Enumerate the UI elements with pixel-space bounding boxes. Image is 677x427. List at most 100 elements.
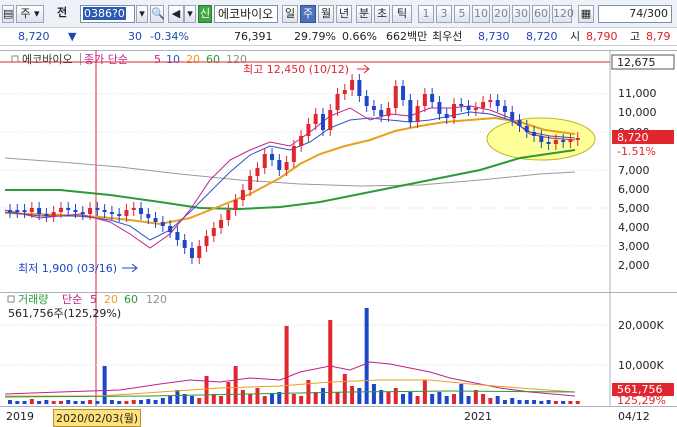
- quote-bar: 8,720 ▼ 30 -0.34% 76,391 29.79% 0.66% 66…: [0, 28, 677, 46]
- candle-body: [219, 220, 224, 228]
- y-label-3000: 3,000: [618, 240, 650, 253]
- candle-body: [95, 208, 100, 210]
- menu-grip-icon[interactable]: ▤: [2, 5, 14, 23]
- candle-body: [328, 110, 333, 130]
- price-chart[interactable]: 에코바이오 종가 단순 5 10 20 60 120 최고 12,450 (10…: [0, 50, 677, 292]
- volume-bar: [459, 384, 464, 404]
- legend-stock-name: 에코바이오: [22, 53, 73, 66]
- candle-body: [248, 176, 253, 190]
- candle-body: [350, 80, 355, 90]
- candle-body: [262, 154, 267, 168]
- volume-legend-label: 거래량: [18, 293, 48, 306]
- candle-body: [553, 140, 558, 144]
- candle-body: [575, 138, 580, 140]
- interval-30-button[interactable]: 30: [512, 5, 530, 23]
- bar-count-input[interactable]: 74/300: [598, 5, 672, 23]
- volume: 76,391: [234, 30, 273, 43]
- volume-bar: [393, 388, 398, 404]
- volume-bar: [517, 400, 522, 404]
- prev-button[interactable]: 전: [48, 5, 76, 23]
- volume-ma-label: 단순: [62, 293, 82, 306]
- volume-bar: [539, 401, 544, 404]
- down-arrow-icon: ▼: [68, 30, 77, 43]
- candle-body: [211, 228, 216, 236]
- interval-120-button[interactable]: 120: [552, 5, 574, 23]
- volume-bar: [102, 366, 107, 404]
- volume-bar: [401, 394, 406, 404]
- candle-body: [160, 222, 165, 226]
- volume-bar: [240, 390, 245, 404]
- volume-bar: [153, 400, 158, 404]
- candle-body: [189, 248, 194, 258]
- volume-bar: [226, 382, 231, 404]
- volume-bar: [364, 308, 369, 404]
- candle-body: [371, 106, 376, 110]
- volume-bar: [255, 388, 260, 404]
- speaker-dropdown-icon[interactable]: ▾: [184, 5, 196, 23]
- volume-bar: [284, 326, 289, 404]
- search-icon[interactable]: 🔍: [150, 5, 165, 23]
- y-label-6000: 6,000: [618, 183, 650, 196]
- candle-body: [568, 140, 573, 142]
- candle-body: [532, 132, 537, 136]
- volume-ma-60: 60: [124, 293, 138, 306]
- volume-bar: [291, 394, 296, 404]
- candle-body: [335, 94, 340, 110]
- period-week-button[interactable]: 주: [300, 5, 316, 23]
- candle-body: [51, 212, 56, 216]
- candle-body: [240, 190, 245, 200]
- candle-body: [117, 214, 122, 216]
- interval-10-button[interactable]: 10: [472, 5, 490, 23]
- current-price: 8,720: [18, 30, 50, 43]
- candle-body: [29, 208, 34, 212]
- period-minute-button[interactable]: 분: [356, 5, 372, 23]
- volume-bar: [66, 400, 71, 404]
- candle-body: [546, 142, 551, 144]
- candle-body: [444, 114, 449, 118]
- price-change-pct: -0.34%: [150, 30, 189, 43]
- period-year-button[interactable]: 년: [336, 5, 352, 23]
- candle-body: [451, 104, 456, 118]
- interval-1-button[interactable]: 1: [418, 5, 434, 23]
- x-axis: 2019 2020/02/03(월) 2021 04/12: [0, 406, 677, 427]
- candle-body: [422, 94, 427, 106]
- max-price-tag-label: 12,675: [617, 56, 656, 69]
- candle-body: [401, 86, 406, 100]
- x-label-2019: 2019: [6, 410, 34, 423]
- credit-badge: 신: [198, 5, 212, 23]
- interval-5-button[interactable]: 5: [454, 5, 470, 23]
- volume-bar: [51, 401, 56, 404]
- trade-value: 662백만: [386, 30, 428, 43]
- interval-20-button[interactable]: 20: [492, 5, 510, 23]
- best-bid: 8,720: [526, 30, 558, 43]
- volume-bar: [415, 396, 420, 404]
- code-dropdown-icon[interactable]: ▾: [136, 5, 148, 23]
- open-price: 8,790: [586, 30, 618, 43]
- period-day-button[interactable]: 일: [282, 5, 298, 23]
- high-price: 8,79: [646, 30, 671, 43]
- candle-body: [299, 136, 304, 146]
- candle-body: [466, 106, 471, 110]
- candle-body: [379, 110, 384, 116]
- chart-settings-icon[interactable]: ▦: [578, 5, 594, 23]
- legend-ma-10: 10: [166, 53, 180, 66]
- period-tick-button[interactable]: 틱: [392, 5, 412, 23]
- market-select[interactable]: 주 ▾: [16, 5, 44, 23]
- period-month-button[interactable]: 월: [318, 5, 334, 23]
- interval-60-button[interactable]: 60: [532, 5, 550, 23]
- volume-chart[interactable]: 거래량 단순 5 20 60 120 561,756주(125,29%) 20,…: [0, 292, 677, 406]
- speaker-icon[interactable]: ◀: [168, 5, 184, 23]
- volume-bar: [189, 396, 194, 404]
- candle-body: [357, 80, 362, 96]
- candle-body: [197, 246, 202, 258]
- candle-body: [320, 114, 325, 130]
- interval-3-button[interactable]: 3: [436, 5, 452, 23]
- volume-bar: [524, 400, 529, 404]
- stock-name: 에코바이오: [214, 5, 278, 23]
- volume-bar: [422, 380, 427, 404]
- volume-bar: [553, 401, 558, 404]
- volume-bar: [546, 400, 551, 404]
- candle-body: [270, 154, 275, 160]
- period-second-button[interactable]: 초: [374, 5, 390, 23]
- stock-code-input[interactable]: 0386?0: [80, 5, 135, 23]
